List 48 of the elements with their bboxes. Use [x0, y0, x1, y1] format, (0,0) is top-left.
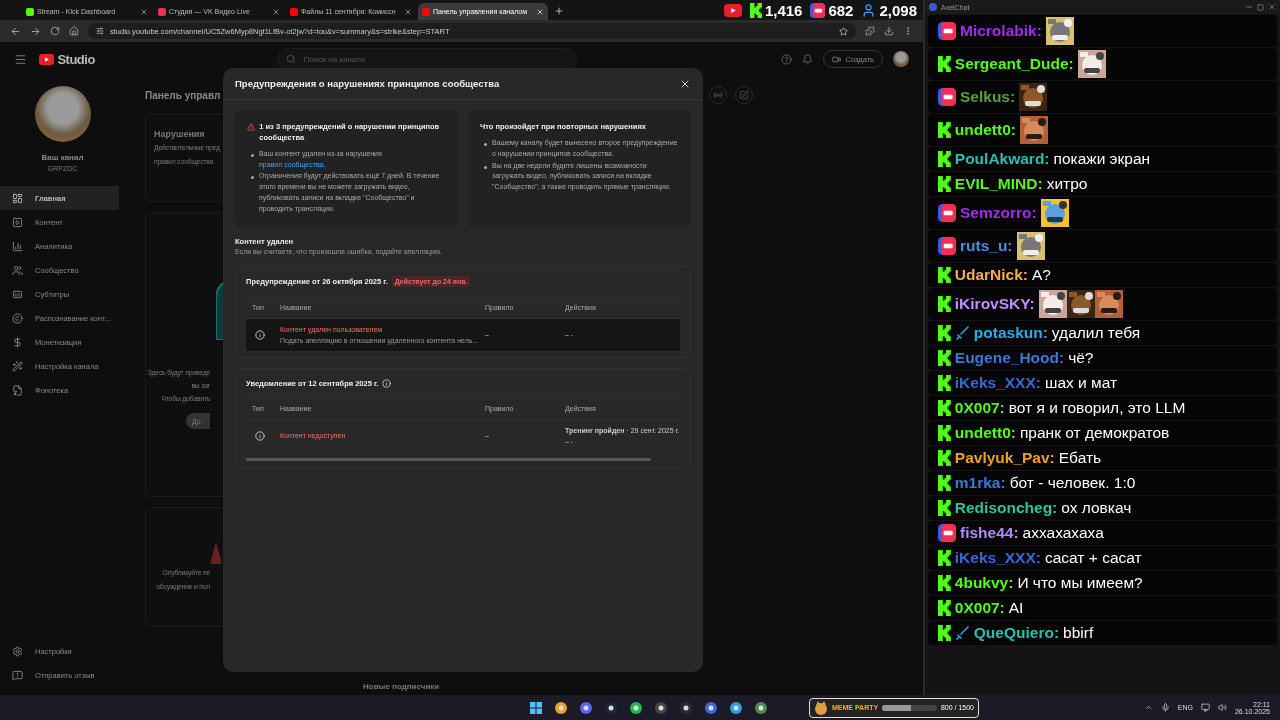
- chat-username: undett0:: [954, 121, 1016, 139]
- stat-count: 1,416: [764, 1, 803, 19]
- section-title: Новые подписчики: [363, 682, 441, 691]
- card-title: Нарушения: [154, 129, 205, 139]
- chat-username: QueQuiero:: [973, 624, 1060, 642]
- chat-username: undett0:: [954, 424, 1016, 442]
- chat-text: bbirf: [1063, 624, 1094, 642]
- chat-username: Semzorro:: [960, 204, 1037, 222]
- chat-username: EVIL_MIND:: [954, 175, 1043, 193]
- chat-username: PoulAkward:: [954, 150, 1050, 168]
- chat-username: Pavlyuk_Pav:: [954, 449, 1055, 467]
- dialog-title: Предупреждения о нарушениях принципов сообщества: [235, 78, 500, 89]
- chat-username: 0X007:: [954, 399, 1005, 417]
- chat-text: Ебать: [1058, 449, 1102, 467]
- chat-username: 0X007:: [954, 599, 1005, 617]
- chat-username: Selkus:: [960, 88, 1016, 106]
- chat-username: iKeks_XXX:: [954, 374, 1041, 392]
- studio-logo[interactable]: Studio: [39, 51, 95, 67]
- chat-text: сасат + сасат: [1044, 549, 1142, 567]
- chat-text: пранк от демократов: [1019, 424, 1170, 442]
- chat-username: potaskun:: [973, 324, 1048, 342]
- chat-username: Redisoncheg:: [954, 499, 1058, 517]
- stat-count: 682: [828, 1, 854, 19]
- chat-text: удалил тебя: [1051, 324, 1141, 342]
- chat-text: А?: [1032, 266, 1051, 284]
- chat-text: аххахахаха: [1022, 524, 1104, 542]
- chat-username: ruts_u:: [960, 237, 1013, 255]
- chat-text: ох ловкач: [1061, 499, 1132, 517]
- channel-name: Ваш канал: [41, 153, 84, 162]
- chat-username: Sergeant_Dude:: [954, 55, 1074, 73]
- chat-text: И что мы имеем?: [1017, 574, 1143, 592]
- chat-text: шах и мат: [1044, 374, 1118, 392]
- chat-text: покажи экран: [1053, 150, 1151, 168]
- chat-text: вот я и говорил, это LLM: [1008, 399, 1186, 417]
- chat-text: хитро: [1046, 175, 1088, 193]
- chat-username: Microlabik:: [960, 22, 1042, 40]
- chat-username: iKeks_XXX:: [954, 549, 1041, 567]
- page-title: Панель управл: [145, 89, 221, 101]
- chat-username: fishe44:: [960, 524, 1019, 542]
- chat-username: m1rka:: [954, 474, 1006, 492]
- chat-text: бот - человек. 1:0: [1009, 474, 1136, 492]
- chat-username: Eugene_Hood:: [954, 349, 1065, 367]
- chat-text: AI: [1008, 599, 1024, 617]
- chat-username: UdarNick:: [954, 266, 1028, 284]
- chat-username: 4bukvy:: [954, 574, 1014, 592]
- stat-count: 2,098: [879, 1, 917, 19]
- chat-text: чё?: [1068, 349, 1094, 367]
- chat-username: iKirovSKY:: [954, 295, 1035, 313]
